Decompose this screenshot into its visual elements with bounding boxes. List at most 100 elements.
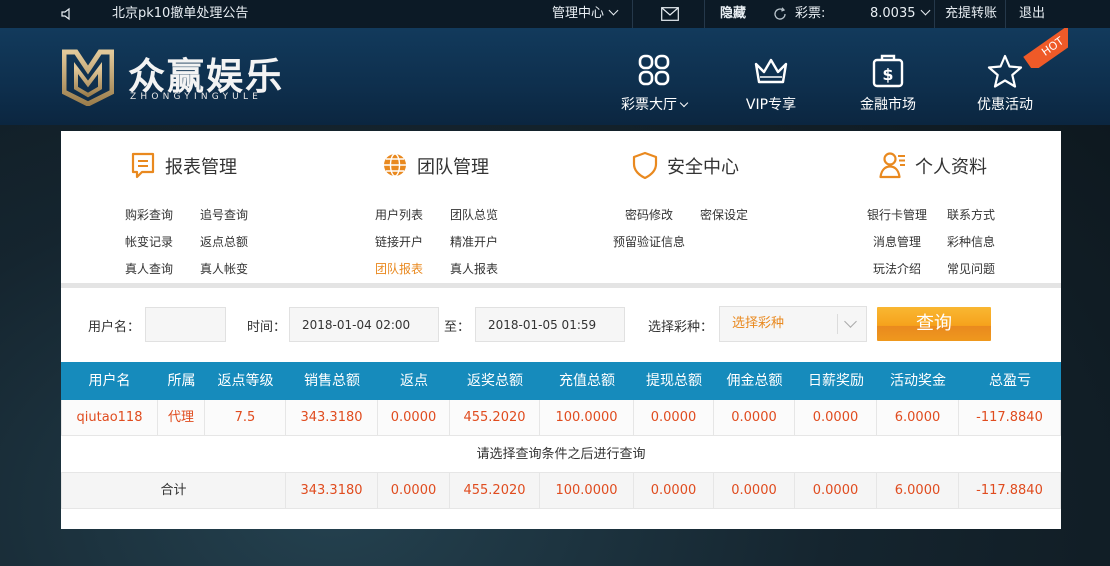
to-label: 至： bbox=[444, 320, 471, 335]
col-username: 用户名 bbox=[88, 373, 131, 389]
hide-balance-button[interactable]: 隐藏 bbox=[720, 0, 746, 28]
end-time-input[interactable] bbox=[475, 307, 625, 342]
link-team-overview[interactable]: 团队总览 bbox=[450, 206, 498, 223]
col-belongs: 所属 bbox=[167, 373, 196, 389]
crown-icon bbox=[754, 58, 788, 84]
nav-promotions-label: 优惠活动 bbox=[977, 97, 1033, 113]
main-panel: 报表管理 购彩查询 追号查询 帐变记录 返点总额 真人查询 真人帐变 团队管理 … bbox=[61, 131, 1061, 529]
link-live-query[interactable]: 真人查询 bbox=[125, 260, 173, 277]
refresh-icon[interactable] bbox=[773, 7, 787, 21]
time-label: 时间： bbox=[247, 320, 287, 335]
cell-withdraw-total: 0.0000 bbox=[634, 400, 714, 436]
total-rebate: 0.0000 bbox=[378, 473, 450, 509]
col-deposit-total: 充值总额 bbox=[559, 373, 615, 389]
total-withdraw: 0.0000 bbox=[634, 473, 714, 509]
cell-total-profit: -117.8840 bbox=[959, 400, 1061, 436]
chevron-down-icon bbox=[844, 315, 857, 328]
cell-activity-bonus: 6.0000 bbox=[877, 400, 959, 436]
link-chase-query[interactable]: 追号查询 bbox=[200, 206, 248, 223]
username-input[interactable] bbox=[145, 307, 226, 342]
section-divider bbox=[61, 283, 1061, 288]
nav-finance[interactable]: $ 金融市场 bbox=[833, 28, 943, 125]
table-hint-row: 请选择查询条件之后进行查询 bbox=[61, 436, 1061, 473]
divider bbox=[934, 0, 935, 28]
grid-icon bbox=[638, 54, 670, 86]
col-total-profit: 总盈亏 bbox=[989, 373, 1031, 389]
link-messages[interactable]: 消息管理 bbox=[873, 233, 921, 250]
cell-sales-total: 343.3180 bbox=[286, 400, 378, 436]
username-label: 用户名： bbox=[88, 320, 141, 335]
chevron-down-icon bbox=[679, 98, 689, 108]
section-profile: 个人资料 银行卡管理 联系方式 消息管理 彩种信息 玩法介绍 常见问题 bbox=[811, 131, 1061, 286]
nav-finance-label: 金融市场 bbox=[860, 97, 916, 113]
total-label: 合计 bbox=[61, 473, 286, 509]
link-user-list[interactable]: 用户列表 bbox=[375, 206, 423, 223]
cell-deposit-total: 100.0000 bbox=[540, 400, 634, 436]
link-bank-card[interactable]: 银行卡管理 bbox=[867, 206, 927, 223]
chevron-down-icon bbox=[920, 5, 930, 16]
query-hint: 请选择查询条件之后进行查询 bbox=[476, 447, 646, 462]
col-rebate-level: 返点等级 bbox=[217, 373, 274, 389]
start-time-input[interactable] bbox=[289, 307, 439, 342]
section-title: 团队管理 bbox=[417, 157, 489, 178]
table-row: qiutao118 代理 7.5 343.3180 0.0000 455.202… bbox=[61, 400, 1061, 436]
divider bbox=[632, 0, 633, 28]
deposit-withdraw-link[interactable]: 充提转账 bbox=[945, 0, 997, 28]
link-how-to-play[interactable]: 玩法介绍 bbox=[873, 260, 921, 277]
mail-icon[interactable] bbox=[661, 7, 679, 21]
col-sales-total: 销售总额 bbox=[304, 373, 360, 389]
col-activity-bonus: 活动奖金 bbox=[890, 373, 946, 389]
site-header: 众赢娱乐 ZHONGYINGYULE 彩票大厅 VIP专享 $ 金融市场 优惠活… bbox=[0, 28, 1110, 125]
section-security: 安全中心 密码修改 密保设定 预留验证信息 bbox=[561, 131, 811, 286]
manage-center-menu[interactable]: 管理中心 bbox=[552, 0, 619, 28]
total-deposit: 100.0000 bbox=[540, 473, 634, 509]
divider bbox=[704, 0, 705, 28]
balance-dropdown[interactable]: 8.0035 bbox=[870, 0, 930, 28]
lottery-type-select[interactable]: 选择彩种 bbox=[719, 306, 867, 342]
cell-rebate: 0.0000 bbox=[378, 400, 450, 436]
link-live-account[interactable]: 真人帐变 bbox=[200, 260, 248, 277]
col-daily-wage: 日薪奖励 bbox=[808, 373, 864, 389]
report-icon bbox=[131, 152, 155, 179]
section-title: 安全中心 bbox=[667, 157, 739, 178]
link-faq[interactable]: 常见问题 bbox=[947, 260, 995, 277]
total-activity-bonus: 6.0000 bbox=[877, 473, 959, 509]
chevron-down-icon bbox=[608, 5, 619, 16]
link-lottery-info[interactable]: 彩种信息 bbox=[947, 233, 995, 250]
link-rebate-total[interactable]: 返点总额 bbox=[200, 233, 248, 250]
total-daily-wage: 0.0000 bbox=[795, 473, 877, 509]
logout-link[interactable]: 退出 bbox=[1019, 0, 1045, 28]
cell-rebate-level: 7.5 bbox=[205, 400, 286, 436]
query-button[interactable]: 查询 bbox=[877, 307, 991, 341]
table-header: 用户名 所属 返点等级 销售总额 返点 返奖总额 充值总额 提现总额 佣金总额 … bbox=[61, 362, 1061, 400]
lottery-type-label: 选择彩种： bbox=[648, 320, 714, 335]
link-security-question[interactable]: 密保设定 bbox=[700, 206, 748, 223]
section-title: 个人资料 bbox=[915, 157, 987, 178]
nav-vip[interactable]: VIP专享 bbox=[716, 28, 826, 125]
total-profit: -117.8840 bbox=[959, 473, 1061, 509]
money-bag-icon: $ bbox=[872, 54, 904, 88]
link-change-password[interactable]: 密码修改 bbox=[625, 206, 673, 223]
user-icon bbox=[879, 152, 905, 179]
globe-icon bbox=[384, 153, 406, 177]
link-reserved-verification[interactable]: 预留验证信息 bbox=[613, 233, 685, 250]
logo-icon[interactable] bbox=[62, 48, 114, 106]
manage-center-label: 管理中心 bbox=[552, 6, 605, 21]
link-account-changes[interactable]: 帐变记录 bbox=[125, 233, 173, 250]
col-withdraw-total: 提现总额 bbox=[646, 373, 702, 389]
svg-text:$: $ bbox=[882, 65, 893, 84]
section-reports: 报表管理 购彩查询 追号查询 帐变记录 返点总额 真人查询 真人帐变 bbox=[61, 131, 311, 286]
top-bar: 北京pk10撤单处理公告 管理中心 隐藏 彩票: 8.0035 充提转账 退出 bbox=[0, 0, 1110, 28]
balance-value: 8.0035 bbox=[870, 6, 916, 21]
link-open-by-link[interactable]: 链接开户 bbox=[375, 233, 423, 250]
col-rebate: 返点 bbox=[400, 373, 428, 389]
link-contact[interactable]: 联系方式 bbox=[947, 206, 995, 223]
link-live-report[interactable]: 真人报表 bbox=[450, 260, 498, 277]
link-purchase-query[interactable]: 购彩查询 bbox=[125, 206, 173, 223]
section-title: 报表管理 bbox=[165, 157, 237, 178]
link-team-report[interactable]: 团队报表 bbox=[375, 260, 423, 277]
notice-link[interactable]: 北京pk10撤单处理公告 bbox=[112, 0, 248, 28]
link-precise-open[interactable]: 精准开户 bbox=[450, 233, 498, 250]
nav-lottery-hall[interactable]: 彩票大厅 bbox=[599, 28, 709, 125]
cell-username[interactable]: qiutao118 bbox=[61, 400, 158, 436]
